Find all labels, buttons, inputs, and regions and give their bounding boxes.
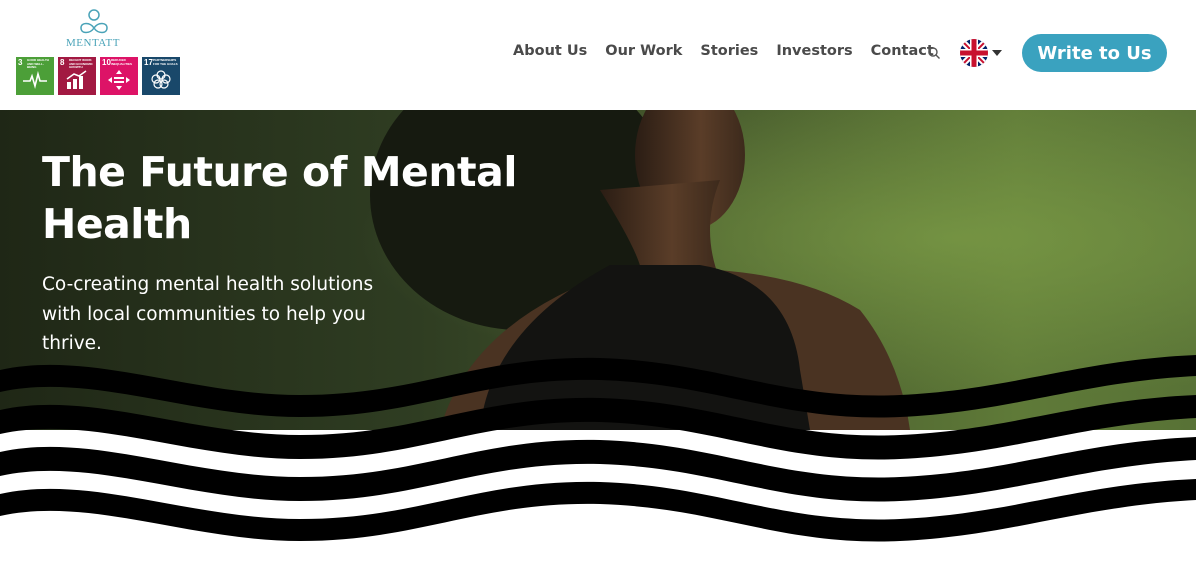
sdg-number: 3: [18, 58, 23, 67]
flower-icon: [151, 70, 171, 89]
write-to-us-button[interactable]: Write to Us: [1022, 34, 1167, 72]
site-header: MENTATT 3 Good health and well-being 8 D…: [0, 0, 1196, 110]
brand-name: MENTATT: [66, 37, 120, 49]
sdg-title: Partnerships for the goals: [153, 58, 178, 66]
sdg-title: Reduced inequalities: [111, 58, 133, 66]
sdg-title: Decent work and economic growth: [69, 58, 93, 69]
sdg-number: 8: [60, 58, 65, 67]
sdg-number: 10: [102, 58, 111, 67]
sdg-badge-10: 10 Reduced inequalities: [100, 57, 138, 95]
sdg-number: 17: [144, 58, 153, 67]
language-selector[interactable]: [959, 38, 1003, 68]
decorative-waves: [0, 355, 1196, 574]
nav-investors[interactable]: Investors: [776, 43, 852, 59]
nav-contact[interactable]: Contact: [871, 43, 934, 59]
nav-our-work[interactable]: Our Work: [605, 43, 682, 59]
sdg-title: Good health and well-being: [27, 58, 49, 69]
nav-stories[interactable]: Stories: [700, 43, 758, 59]
sdg-badge-17: 17 Partnerships for the goals: [142, 57, 180, 95]
uk-flag-icon: [960, 39, 988, 67]
growth-chart-icon: [66, 70, 87, 89]
infinity-logo-icon: [80, 9, 108, 34]
sdg-badges: 3 Good health and well-being 8 Decent wo…: [16, 57, 180, 95]
sdg-badge-8: 8 Decent work and economic growth: [58, 57, 96, 95]
main-nav: About Us Our Work Stories Investors Cont…: [513, 43, 952, 59]
hero-title: The Future of Mental Health: [42, 148, 517, 248]
search-icon[interactable]: [927, 46, 941, 60]
nav-about-us[interactable]: About Us: [513, 43, 587, 59]
equality-icon: [108, 70, 130, 90]
sdg-badge-3: 3 Good health and well-being: [16, 57, 54, 95]
chevron-down-icon: [992, 50, 1002, 56]
heartbeat-icon: [23, 70, 47, 90]
